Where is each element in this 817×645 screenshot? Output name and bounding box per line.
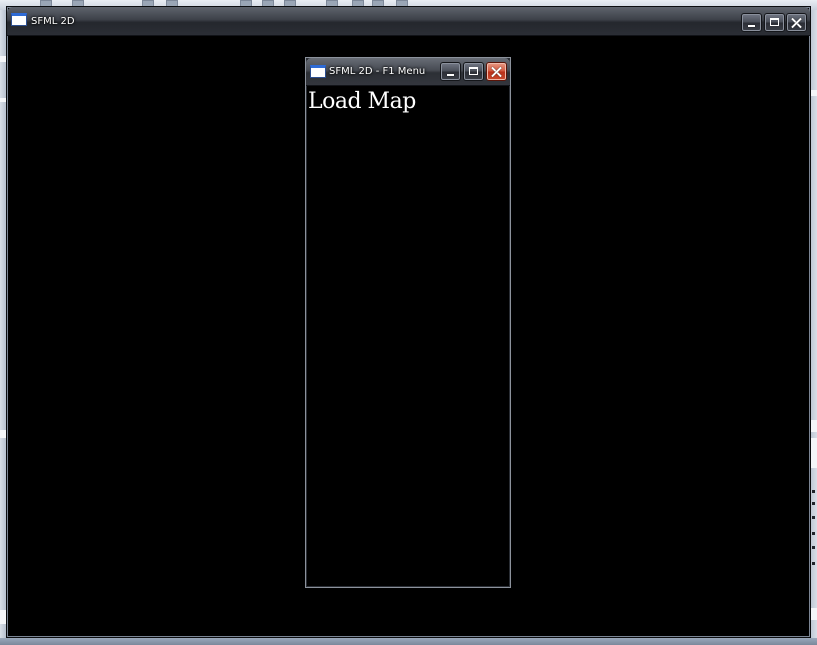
main-maximize-button[interactable] [764, 13, 785, 32]
close-icon [787, 14, 806, 31]
f1-menu-window: SFML 2D - F1 Menu Load Map [305, 57, 511, 588]
taskbar-edge [0, 638, 817, 645]
sfml-window-icon[interactable] [310, 65, 326, 78]
menu-client-area: Load Map [307, 86, 509, 586]
maximize-icon [469, 67, 478, 75]
main-close-button[interactable] [786, 13, 807, 32]
maximize-icon [770, 18, 779, 26]
main-window-titlebar[interactable]: SFML 2D [7, 7, 810, 36]
menu-close-button[interactable] [486, 62, 507, 81]
menu-maximize-button[interactable] [463, 62, 484, 81]
main-minimize-button[interactable] [741, 13, 762, 32]
menu-item-load-map[interactable]: Load Map [308, 88, 416, 116]
menu-minimize-button[interactable] [440, 62, 461, 81]
minimize-icon [447, 74, 454, 76]
sfml-window-icon[interactable] [11, 13, 27, 26]
menu-window-titlebar[interactable]: SFML 2D - F1 Menu [306, 58, 510, 86]
menu-window-title: SFML 2D - F1 Menu [329, 66, 426, 77]
minimize-icon [748, 25, 755, 27]
main-window-title: SFML 2D [31, 16, 75, 27]
close-icon [487, 63, 506, 80]
